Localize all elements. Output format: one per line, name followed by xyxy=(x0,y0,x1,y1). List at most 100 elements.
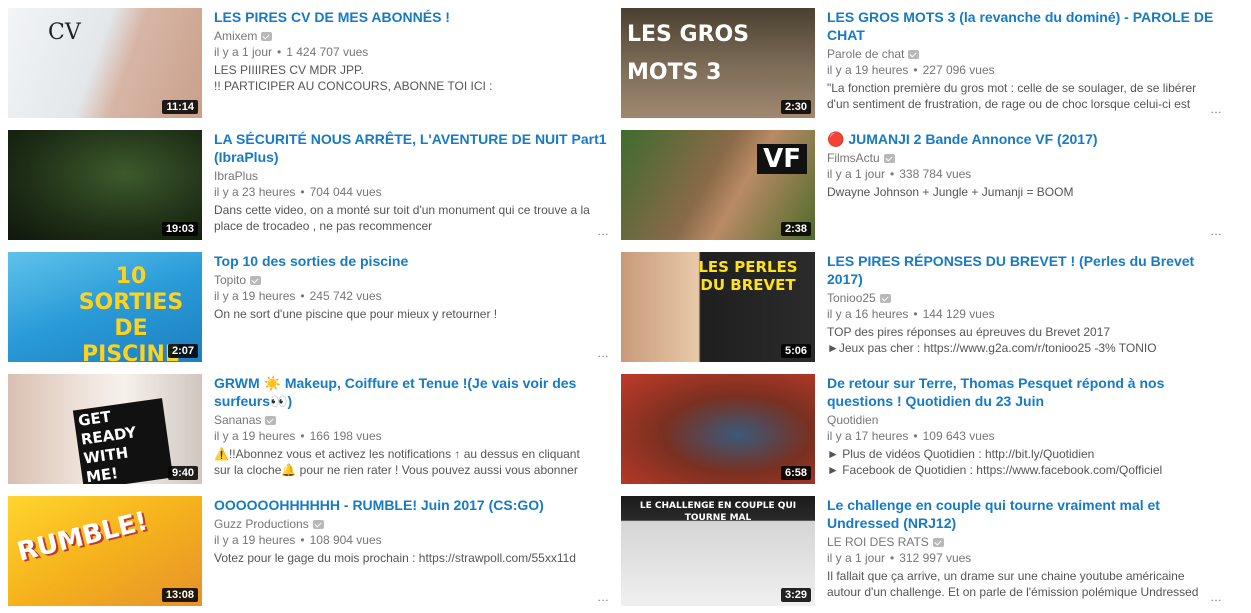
verified-icon xyxy=(265,415,277,425)
video-info: Le challenge en couple qui tourne vraime… xyxy=(827,496,1222,600)
video-age: il y a 19 heures xyxy=(214,533,296,547)
video-duration: 19:03 xyxy=(161,222,198,236)
channel-name[interactable]: Sananas xyxy=(214,412,261,428)
video-info: OOOOOOHHHHHH - RUMBLE! Juin 2017 (CS:GO)… xyxy=(214,496,609,566)
channel-name[interactable]: Tonioo25 xyxy=(827,290,876,306)
video-card[interactable]: 10 SORTIES DE PISCINE 2:07 Top 10 des so… xyxy=(0,244,610,362)
more-options-icon[interactable]: … xyxy=(597,224,610,238)
video-title[interactable]: 🔴 JUMANJI 2 Bande Annonce VF (2017) xyxy=(827,130,1222,148)
video-thumbnail[interactable]: LE CHALLENGE EN COUPLE QUI TOURNE MAL 3:… xyxy=(621,496,815,606)
channel-name[interactable]: Guzz Productions xyxy=(214,516,309,532)
video-thumbnail[interactable]: LES GROS MOTS 3 2:30 xyxy=(621,8,815,118)
video-card[interactable]: LE CHALLENGE EN COUPLE QUI TOURNE MAL 3:… xyxy=(613,488,1223,606)
video-meta: il y a 23 heures • 704 044 vues xyxy=(214,185,382,199)
more-options-icon[interactable]: … xyxy=(597,346,610,360)
video-info: 🔴 JUMANJI 2 Bande Annonce VF (2017) Film… xyxy=(827,130,1222,200)
video-card[interactable]: GET READY WITH ME! 9:40 GRWM ☀️ Makeup, … xyxy=(0,366,610,484)
video-meta: il y a 1 jour • 1 424 707 vues xyxy=(214,45,369,59)
video-duration: 11:14 xyxy=(162,100,198,114)
video-card[interactable]: 19:03 LA SÉCURITÉ NOUS ARRÊTE, L'AVENTUR… xyxy=(0,122,610,240)
video-views: 144 129 vues xyxy=(922,307,995,321)
verified-icon xyxy=(261,31,273,41)
verified-icon xyxy=(908,49,920,59)
video-views: 245 742 vues xyxy=(309,289,382,303)
video-thumbnail[interactable]: VF 2:38 xyxy=(621,130,815,240)
more-options-icon[interactable]: … xyxy=(1210,102,1223,116)
video-meta: il y a 17 heures • 109 643 vues xyxy=(827,429,995,443)
video-views: 227 096 vues xyxy=(922,63,995,77)
thumbnail-text: GET READY WITH ME! xyxy=(72,398,174,484)
video-card[interactable]: CV 11:14 LES PIRES CV DE MES ABONNÉS ! A… xyxy=(0,0,610,118)
video-duration: 6:58 xyxy=(780,466,811,480)
verified-icon xyxy=(883,153,895,163)
thumbnail-text: LES GROS MOTS 3 xyxy=(627,22,750,85)
video-description: ⚠️!!Abonnez vous et activez les notifica… xyxy=(214,447,580,477)
video-views: 109 643 vues xyxy=(922,429,995,443)
video-card[interactable]: VF 2:38 🔴 JUMANJI 2 Bande Annonce VF (20… xyxy=(613,122,1223,240)
video-info: LES PIRES CV DE MES ABONNÉS ! Amixem il … xyxy=(214,8,609,94)
video-title[interactable]: Le challenge en couple qui tourne vraime… xyxy=(827,496,1222,532)
more-options-icon[interactable]: … xyxy=(597,590,610,604)
channel-name[interactable]: LE ROI DES RATS xyxy=(827,534,929,550)
video-title[interactable]: De retour sur Terre, Thomas Pesquet répo… xyxy=(827,374,1222,410)
video-views: 1 424 707 vues xyxy=(286,45,369,59)
thumbnail-text: CV xyxy=(48,20,81,45)
verified-icon xyxy=(250,275,262,285)
video-thumbnail[interactable]: CV 11:14 xyxy=(8,8,202,118)
video-meta: il y a 16 heures • 144 129 vues xyxy=(827,307,995,321)
video-title[interactable]: GRWM ☀️ Makeup, Coiffure et Tenue !(Je v… xyxy=(214,374,609,410)
video-title[interactable]: OOOOOOHHHHHH - RUMBLE! Juin 2017 (CS:GO) xyxy=(214,496,609,514)
video-duration: 5:06 xyxy=(780,344,811,358)
video-card[interactable]: 6:58 De retour sur Terre, Thomas Pesquet… xyxy=(613,366,1223,484)
video-thumbnail[interactable]: RUMBLE! 13:08 xyxy=(8,496,202,606)
video-meta: il y a 19 heures • 108 904 vues xyxy=(214,533,382,547)
video-thumbnail[interactable]: 6:58 xyxy=(621,374,815,484)
video-card[interactable]: RUMBLE! 13:08 OOOOOOHHHHHH - RUMBLE! Jui… xyxy=(0,488,610,606)
verified-icon xyxy=(879,293,891,303)
verified-icon xyxy=(932,537,944,547)
video-meta: il y a 19 heures • 166 198 vues xyxy=(214,429,382,443)
video-thumbnail[interactable]: 10 SORTIES DE PISCINE 2:07 xyxy=(8,252,202,362)
channel-name[interactable]: Amixem xyxy=(214,28,257,44)
video-info: De retour sur Terre, Thomas Pesquet répo… xyxy=(827,374,1222,478)
video-thumbnail[interactable]: 19:03 xyxy=(8,130,202,240)
video-meta: il y a 19 heures • 227 096 vues xyxy=(827,63,995,77)
video-info: LES PIRES RÉPONSES DU BREVET ! (Perles d… xyxy=(827,252,1222,356)
video-description: On ne sort d'une piscine que pour mieux … xyxy=(214,307,498,321)
video-card[interactable]: LES GROS MOTS 3 2:30 LES GROS MOTS 3 (la… xyxy=(613,0,1223,118)
video-grid: CV 11:14 LES PIRES CV DE MES ABONNÉS ! A… xyxy=(0,0,1251,613)
channel-name[interactable]: FilmsActu xyxy=(827,150,880,166)
video-info: LA SÉCURITÉ NOUS ARRÊTE, L'AVENTURE DE N… xyxy=(214,130,609,234)
video-views: 108 904 vues xyxy=(309,533,382,547)
channel-name[interactable]: Quotidien xyxy=(827,412,878,428)
video-description: Dans cette video, on a monté sur toit d'… xyxy=(214,203,590,233)
video-age: il y a 19 heures xyxy=(214,289,296,303)
video-duration: 13:08 xyxy=(161,588,198,602)
video-thumbnail[interactable]: LES PERLES DU BREVET 5:06 xyxy=(621,252,815,362)
channel-name[interactable]: Parole de chat xyxy=(827,46,904,62)
channel-name[interactable]: IbraPlus xyxy=(214,168,258,184)
video-age: il y a 23 heures xyxy=(214,185,296,199)
more-options-icon[interactable]: … xyxy=(1210,224,1223,238)
video-age: il y a 16 heures xyxy=(827,307,909,321)
channel-name[interactable]: Topito xyxy=(214,272,246,288)
video-title[interactable]: LA SÉCURITÉ NOUS ARRÊTE, L'AVENTURE DE N… xyxy=(214,130,609,166)
video-description: TOP des pires réponses au épreuves du Br… xyxy=(827,325,1157,355)
video-info: Top 10 des sorties de piscine Topito il … xyxy=(214,252,609,322)
video-thumbnail[interactable]: GET READY WITH ME! 9:40 xyxy=(8,374,202,484)
video-info: GRWM ☀️ Makeup, Coiffure et Tenue !(Je v… xyxy=(214,374,609,478)
more-options-icon[interactable]: … xyxy=(1210,590,1223,604)
video-duration: 9:40 xyxy=(167,466,198,480)
video-views: 166 198 vues xyxy=(309,429,382,443)
video-title[interactable]: LES GROS MOTS 3 (la revanche du dominé) … xyxy=(827,8,1222,44)
video-meta: il y a 1 jour • 312 997 vues xyxy=(827,551,972,565)
thumbnail-text: VF xyxy=(757,144,807,174)
video-age: il y a 1 jour xyxy=(827,551,886,565)
video-title[interactable]: Top 10 des sorties de piscine xyxy=(214,252,609,270)
video-card[interactable]: LES PERLES DU BREVET 5:06 LES PIRES RÉPO… xyxy=(613,244,1223,362)
thumbnail-text: LES PERLES DU BREVET xyxy=(698,258,798,294)
video-title[interactable]: LES PIRES CV DE MES ABONNÉS ! xyxy=(214,8,609,26)
video-duration: 2:38 xyxy=(780,222,811,236)
video-duration: 2:07 xyxy=(167,344,198,358)
video-title[interactable]: LES PIRES RÉPONSES DU BREVET ! (Perles d… xyxy=(827,252,1222,288)
